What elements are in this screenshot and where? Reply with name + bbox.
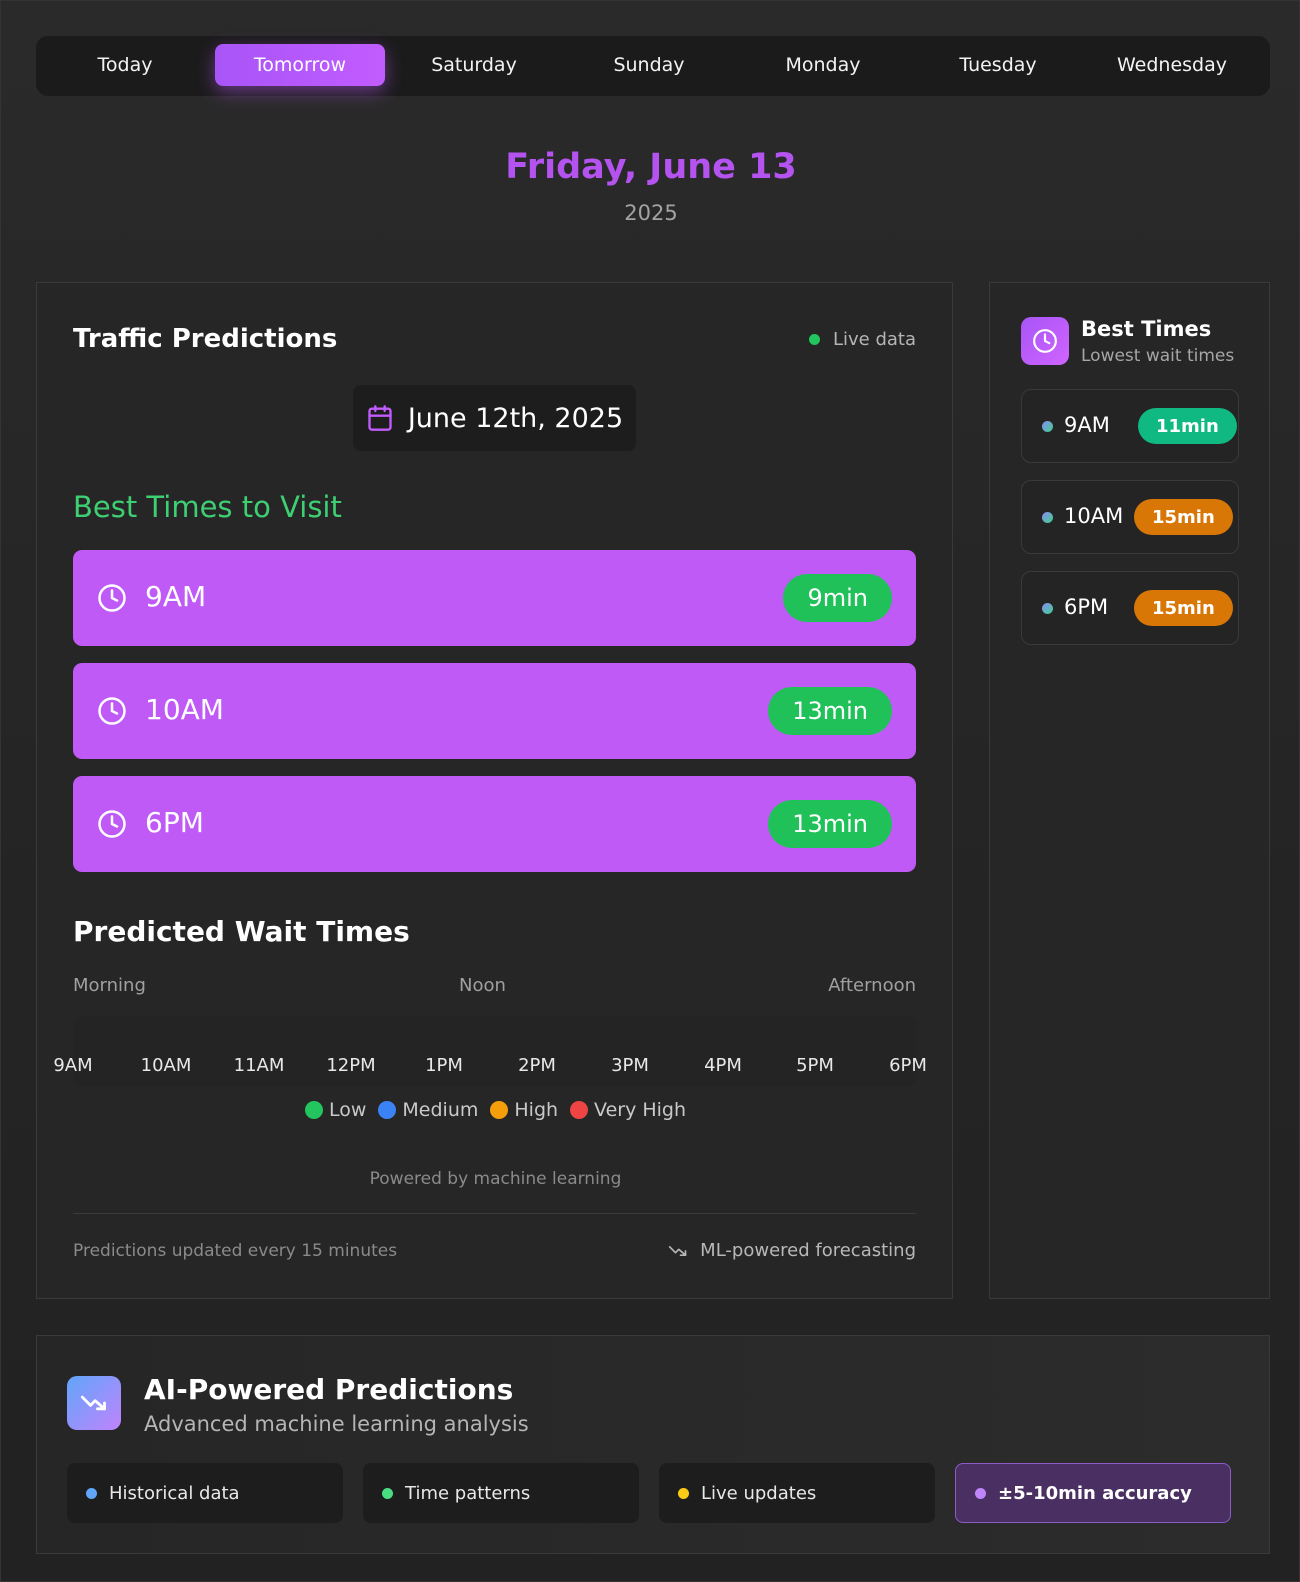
- tab-saturday[interactable]: Saturday: [389, 44, 559, 86]
- wait-badge: 11min: [1138, 408, 1237, 444]
- hour-label: 10AM: [140, 1055, 192, 1076]
- clock-icon: [98, 697, 126, 725]
- best-times-heading: Best Times to Visit: [73, 490, 342, 524]
- feature-chip-accuracy: ±5-10min accuracy: [955, 1463, 1231, 1523]
- hour-label: 11AM: [233, 1055, 285, 1076]
- chip-label: Historical data: [109, 1482, 240, 1504]
- date-picker-button[interactable]: June 12th, 2025: [353, 385, 636, 451]
- sidebar-subtitle: Lowest wait times: [1081, 346, 1235, 366]
- legend-dot-icon: [490, 1101, 509, 1119]
- calendar-icon: [368, 405, 392, 431]
- panel-title: Traffic Predictions: [73, 324, 338, 354]
- period-afternoon: Afternoon: [828, 975, 916, 996]
- slot-time: 10AM: [145, 693, 224, 726]
- ai-subtitle: Advanced machine learning analysis: [144, 1412, 529, 1436]
- chip-label: Time patterns: [405, 1482, 531, 1504]
- wait-legend: Low Medium High Very High: [37, 1099, 954, 1121]
- legend-very-high: Very High: [570, 1099, 686, 1121]
- date-picker-label: June 12th, 2025: [407, 402, 624, 434]
- wait-badge: 15min: [1134, 499, 1233, 535]
- live-dot-icon: [808, 334, 820, 345]
- chip-dot-icon: [975, 1487, 986, 1499]
- best-time-card[interactable]: 9AM 11min: [1021, 389, 1239, 463]
- live-label: Live data: [832, 329, 916, 350]
- feature-chip: Live updates: [659, 1463, 935, 1523]
- traffic-predictions-panel: Traffic Predictions Live data June 12th,…: [36, 282, 953, 1299]
- powered-by-text: Powered by machine learning: [369, 1169, 622, 1189]
- card-time: 6PM: [1064, 595, 1109, 619]
- tab-tuesday[interactable]: Tuesday: [913, 44, 1083, 86]
- best-times-sidebar: Best Times Lowest wait times 9AM 11min 1…: [989, 282, 1270, 1299]
- legend-label: Very High: [594, 1099, 687, 1121]
- ai-title: AI-Powered Predictions: [144, 1373, 514, 1406]
- hour-label: 6PM: [889, 1055, 927, 1076]
- time-slot[interactable]: 6PM 13min: [73, 776, 916, 872]
- day-tabs: Today Tomorrow Saturday Sunday Monday Tu…: [36, 36, 1270, 96]
- wait-badge: 13min: [768, 687, 892, 735]
- divider: [73, 1213, 916, 1214]
- legend-medium: Medium: [378, 1099, 478, 1121]
- slot-time: 6PM: [145, 806, 204, 839]
- legend-label: Medium: [402, 1099, 479, 1121]
- legend-low: Low: [304, 1099, 367, 1121]
- ai-predictions-panel: AI-Powered Predictions Advanced machine …: [36, 1335, 1270, 1554]
- wait-badge: 13min: [768, 800, 892, 848]
- chip-dot-icon: [382, 1487, 393, 1499]
- feature-chip: Historical data: [67, 1463, 343, 1523]
- card-time: 10AM: [1064, 504, 1124, 528]
- tab-wednesday[interactable]: Wednesday: [1087, 44, 1257, 86]
- legend-label: Low: [328, 1099, 367, 1121]
- tab-tomorrow[interactable]: Tomorrow: [215, 44, 385, 86]
- hour-label: 5PM: [796, 1055, 834, 1076]
- period-noon: Noon: [459, 975, 506, 996]
- period-morning: Morning: [73, 975, 146, 996]
- time-slot[interactable]: 10AM 13min: [73, 663, 916, 759]
- legend-high: High: [490, 1099, 558, 1121]
- live-indicator: Live data: [808, 329, 916, 350]
- hour-label: 3PM: [611, 1055, 649, 1076]
- hour-label: 2PM: [518, 1055, 556, 1076]
- chip-label: Live updates: [701, 1482, 817, 1504]
- clock-icon: [98, 584, 126, 612]
- best-time-card[interactable]: 10AM 15min: [1021, 480, 1239, 554]
- chip-dot-icon: [86, 1487, 97, 1499]
- status-dot-icon: [1042, 421, 1053, 432]
- ml-label-text: ML-powered forecasting: [700, 1240, 916, 1261]
- legend-dot-icon: [304, 1101, 323, 1119]
- best-time-card[interactable]: 6PM 15min: [1021, 571, 1239, 645]
- date-year: 2025: [624, 201, 678, 225]
- wait-badge: 9min: [783, 574, 892, 622]
- wait-badge: 15min: [1134, 590, 1233, 626]
- card-time: 9AM: [1064, 413, 1110, 437]
- date-header: Friday, June 13 2025: [1, 147, 1300, 225]
- feature-chip: Time patterns: [363, 1463, 639, 1523]
- clock-icon: [1021, 317, 1069, 365]
- trending-down-icon: [669, 1245, 687, 1256]
- legend-dot-icon: [378, 1101, 397, 1119]
- chip-label: ±5-10min accuracy: [998, 1482, 1192, 1504]
- tab-sunday[interactable]: Sunday: [564, 44, 734, 86]
- legend-dot-icon: [570, 1101, 589, 1119]
- slot-time: 9AM: [145, 580, 207, 613]
- tab-monday[interactable]: Monday: [738, 44, 908, 86]
- trending-down-icon: [67, 1376, 121, 1430]
- chip-dot-icon: [678, 1487, 689, 1499]
- hour-label: 4PM: [704, 1055, 742, 1076]
- time-slot[interactable]: 9AM 9min: [73, 550, 916, 646]
- status-dot-icon: [1042, 603, 1053, 614]
- tab-today[interactable]: Today: [40, 44, 210, 86]
- legend-label: High: [514, 1099, 559, 1121]
- page: Today Tomorrow Saturday Sunday Monday Tu…: [0, 0, 1300, 1582]
- status-dot-icon: [1042, 512, 1053, 523]
- hour-label: 9AM: [53, 1055, 93, 1076]
- sidebar-title: Best Times: [1081, 317, 1212, 341]
- clock-icon: [98, 810, 126, 838]
- update-frequency-text: Predictions updated every 15 minutes: [73, 1241, 398, 1261]
- predicted-wait-heading: Predicted Wait Times: [73, 915, 410, 948]
- date-title: Friday, June 13: [505, 147, 797, 187]
- ml-forecasting-label: ML-powered forecasting: [668, 1240, 916, 1261]
- hour-label: 12PM: [326, 1055, 376, 1076]
- wait-heatmap-strip: [73, 1016, 916, 1086]
- hour-label: 1PM: [425, 1055, 463, 1076]
